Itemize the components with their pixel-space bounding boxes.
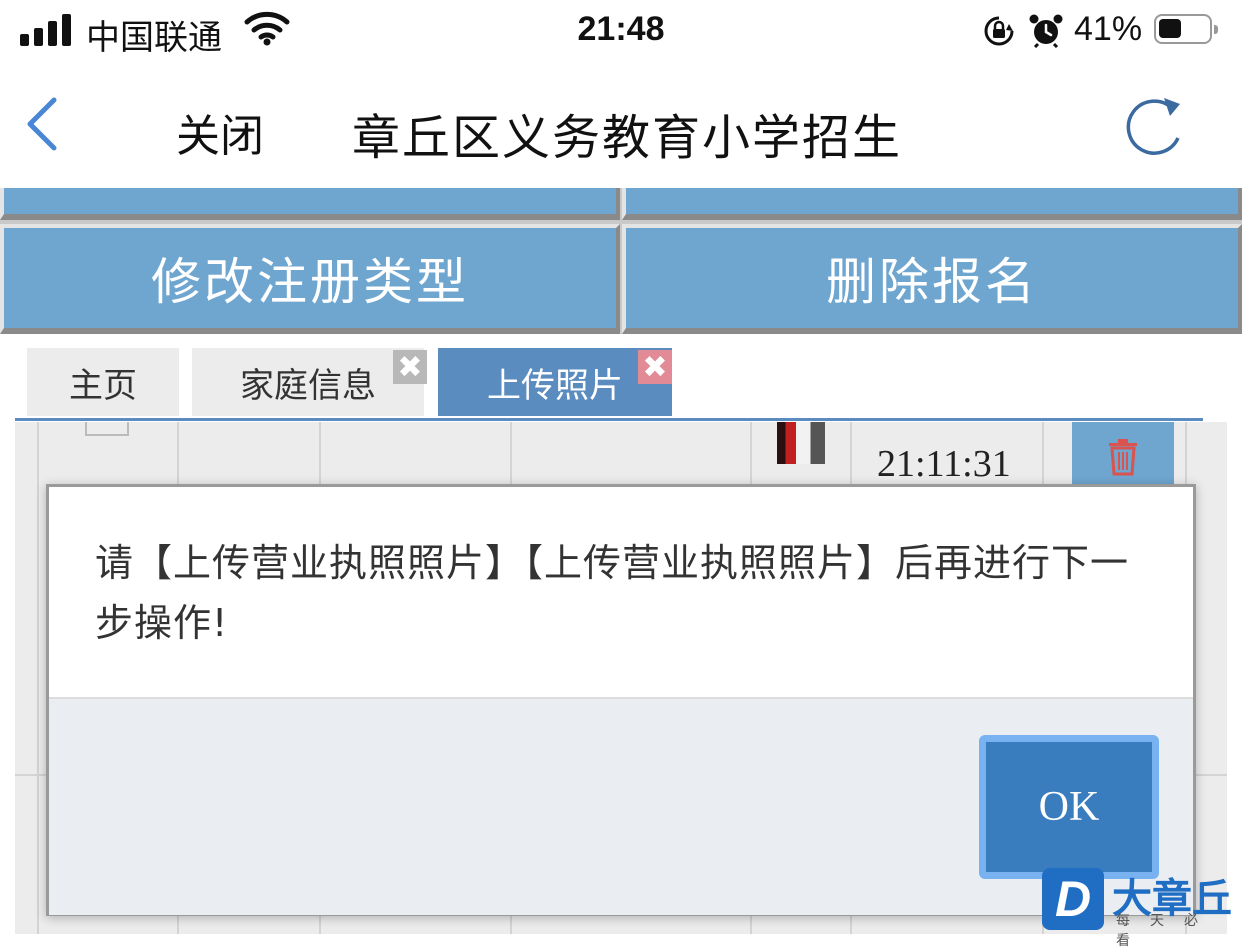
dialog-message: 请【上传营业执照照片】【上传营业执照照片】后再进行下一步操作! xyxy=(95,541,1130,645)
close-button[interactable]: 关闭 xyxy=(176,100,264,164)
ok-button[interactable]: OK xyxy=(979,735,1159,879)
tab-label: 家庭信息 xyxy=(240,365,376,406)
action-button-area: 修改注册类型 删除报名 xyxy=(0,188,1242,334)
photo-thumbnail[interactable] xyxy=(777,422,825,464)
page-title: 章丘区义务教育小学招生 xyxy=(352,110,903,166)
close-icon[interactable]: ✖ xyxy=(638,350,672,385)
tab-family-info[interactable]: 家庭信息 xyxy=(192,348,424,416)
upload-time: 21:11:31 xyxy=(877,443,1011,485)
tab-home[interactable]: 主页 xyxy=(27,348,179,416)
tab-label: 主页 xyxy=(69,365,137,406)
refresh-icon[interactable] xyxy=(1118,94,1188,164)
delete-signup-button[interactable]: 删除报名 xyxy=(622,224,1242,334)
alarm-icon xyxy=(1028,12,1064,52)
trash-icon xyxy=(1109,439,1137,476)
watermark-logo: D 大章丘 每天必看 xyxy=(1042,866,1242,949)
top-button-right-partial[interactable] xyxy=(622,188,1242,220)
top-button-left-partial[interactable] xyxy=(0,188,620,220)
alert-dialog: 请【上传营业执照照片】【上传营业执照照片】后再进行下一步操作! OK xyxy=(46,484,1196,916)
dialog-footer: OK xyxy=(49,697,1193,915)
close-icon[interactable]: ✖ xyxy=(393,350,427,385)
logo-slogan: 每天必看 xyxy=(1116,913,1218,949)
battery-icon xyxy=(1154,14,1218,44)
battery-percent: 41% xyxy=(1074,10,1143,48)
tab-upload-photo[interactable]: 上传照片 xyxy=(438,348,672,416)
row-checkbox[interactable] xyxy=(85,422,129,436)
nav-bar: 关闭 章丘区义务教育小学招生 xyxy=(0,64,1242,188)
tab-bar: 主页 家庭信息 ✖ 上传照片 ✖ xyxy=(15,348,1203,421)
rotation-lock-icon xyxy=(982,14,1016,52)
tab-label: 上传照片 xyxy=(487,365,623,406)
chevron-left-icon[interactable] xyxy=(22,94,62,158)
logo-badge: D xyxy=(1042,868,1104,930)
modify-registration-type-button[interactable]: 修改注册类型 xyxy=(0,224,620,334)
delete-row-button[interactable] xyxy=(1072,422,1174,492)
status-bar: 中国联通 21:48 41% xyxy=(0,0,1242,64)
